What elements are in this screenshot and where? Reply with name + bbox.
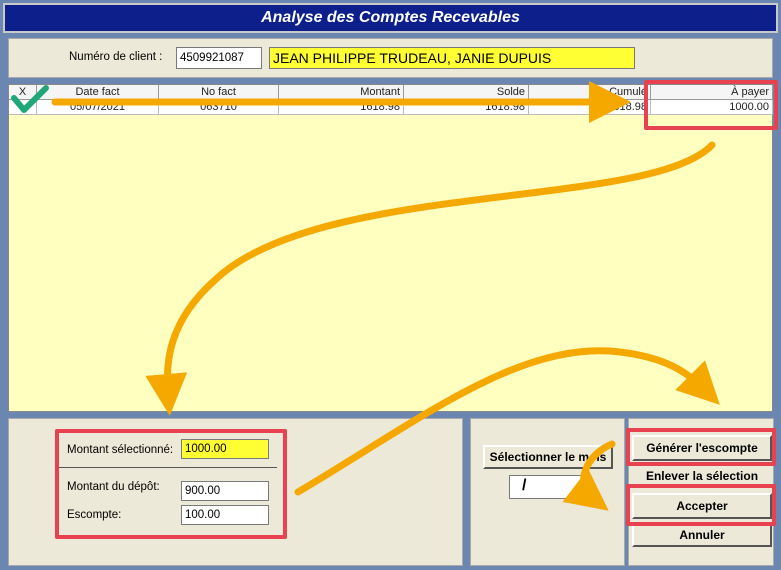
- annotation-arrow-icon: [11, 81, 720, 511]
- checkmark-icon: [11, 85, 49, 113]
